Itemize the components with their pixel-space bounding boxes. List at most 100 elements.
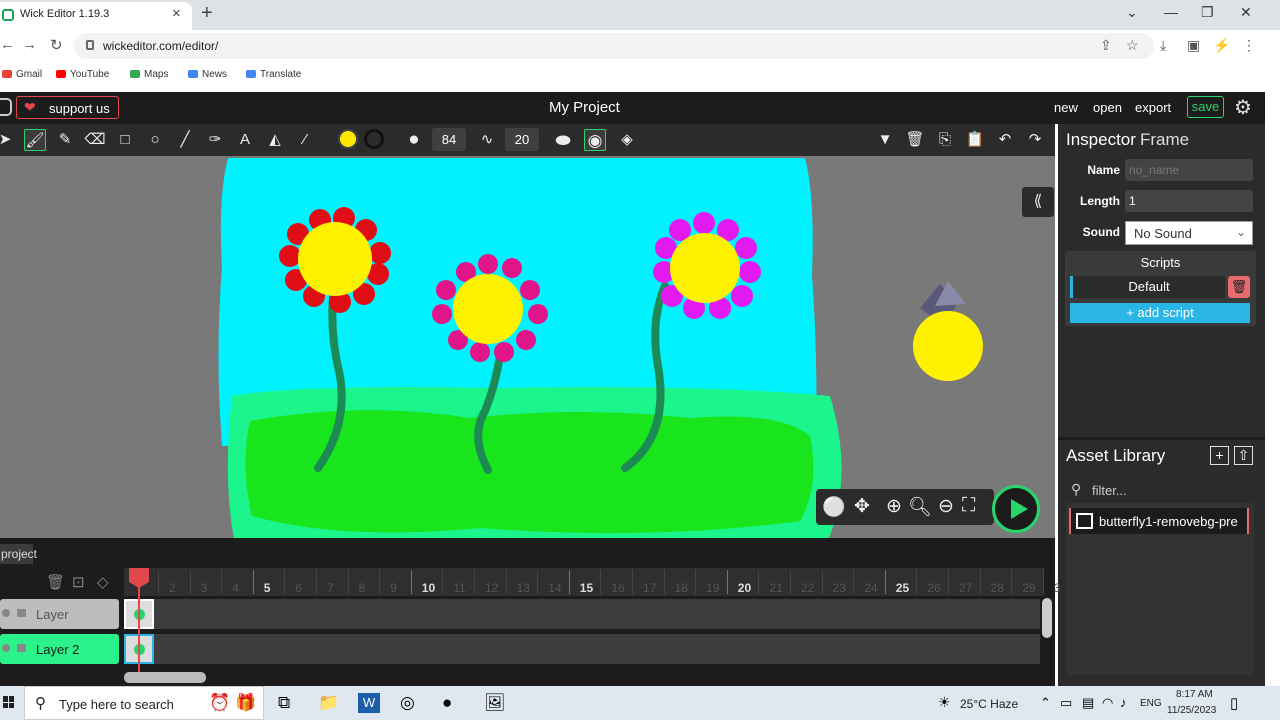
delete-icon[interactable]: 🗑	[904, 129, 926, 151]
file-explorer-icon[interactable]: 📁	[318, 693, 339, 713]
drawing-canvas[interactable]	[0, 156, 1055, 538]
lock-layer-icon[interactable]	[17, 644, 26, 652]
add-asset-icon[interactable]: +	[1210, 446, 1229, 465]
lock-layer-icon[interactable]	[17, 609, 26, 617]
tab-search-chevron-icon[interactable]: ⌄	[1126, 4, 1138, 21]
add-script-button[interactable]: + add script	[1070, 303, 1250, 323]
layer-row-layer-2[interactable]: Layer 2	[0, 634, 119, 664]
redo-icon[interactable]: ↷	[1024, 129, 1046, 151]
export-button[interactable]: export	[1135, 100, 1171, 115]
visibility-icon[interactable]	[2, 609, 10, 617]
butterfly-image[interactable]	[913, 281, 983, 381]
fill-bucket-icon[interactable]: ◭	[264, 129, 286, 151]
bookmark-youtube[interactable]: YouTube	[56, 69, 109, 80]
timeline-tab-project[interactable]: project	[0, 544, 37, 564]
weather-text[interactable]: 25°C Haze	[960, 697, 1018, 711]
new-button[interactable]: new	[1054, 100, 1078, 115]
settings-gear-icon[interactable]: ⚙	[1234, 95, 1252, 120]
project-title[interactable]: My Project	[549, 99, 620, 116]
app-icon[interactable]: ●	[442, 693, 452, 713]
dropdown-chevron-icon[interactable]: ▼	[874, 129, 896, 151]
pressure-toggle-icon[interactable]: ⬬	[552, 129, 574, 151]
timeline-vertical-scrollbar[interactable]	[1042, 598, 1052, 638]
line-tool-icon[interactable]: ╱	[174, 129, 196, 151]
bookmark-translate[interactable]: Translate	[246, 69, 301, 80]
minimize-icon[interactable]: —	[1164, 4, 1178, 20]
browser-menu-icon[interactable]: ⋮	[1242, 37, 1256, 54]
layer-track[interactable]	[124, 599, 1040, 629]
bookmark-news[interactable]: News	[188, 69, 227, 80]
zoom-in-icon[interactable]: ⊕	[886, 495, 902, 518]
layer-track[interactable]	[124, 634, 1040, 664]
pencil-tool-icon[interactable]: ✎	[54, 129, 76, 151]
export-asset-icon[interactable]: ⇧	[1234, 446, 1253, 465]
onion-skin-icon[interactable]: ⚪	[822, 495, 846, 519]
clock-time[interactable]: 8:17 AM	[1176, 689, 1213, 700]
download-icon[interactable]: ⤓	[1160, 37, 1166, 54]
brush-mode-icon[interactable]: ◉	[584, 129, 606, 151]
wick-app-icon[interactable]: W	[358, 693, 380, 713]
asset-item[interactable]: butterfly1-removebg-pre	[1069, 508, 1249, 534]
length-input[interactable]: 1	[1125, 190, 1253, 212]
clock-date[interactable]: 11/25/2023	[1167, 705, 1216, 716]
browser-tab[interactable]: Wick Editor 1.19.3 ×	[0, 2, 192, 30]
layer-row-layer[interactable]: Layer	[0, 599, 119, 629]
tray-chevron-icon[interactable]: ⌃	[1040, 695, 1051, 711]
sound-select[interactable]: No Sound ⌄	[1125, 221, 1253, 245]
delete-script-icon[interactable]: 🗑	[1228, 276, 1250, 298]
eraser-tool-icon[interactable]: ⌫	[84, 129, 106, 151]
save-button[interactable]: save	[1187, 96, 1224, 118]
brush-size-input[interactable]: 84	[432, 128, 466, 151]
fill-color-swatch[interactable]	[338, 129, 360, 151]
zoom-magnifier-icon[interactable]: 🔍︎	[908, 495, 932, 519]
delete-layer-icon[interactable]: 🗑	[46, 573, 65, 591]
text-tool-icon[interactable]: A	[234, 129, 256, 151]
rectangle-tool-icon[interactable]: □	[114, 129, 136, 151]
smoothing-input[interactable]: 20	[505, 128, 539, 151]
chrome-icon[interactable]: ◎	[400, 693, 415, 713]
support-us-button[interactable]: ❤ support us	[16, 96, 119, 119]
stroke-color-swatch[interactable]	[364, 129, 386, 151]
volume-icon[interactable]: ♪	[1120, 695, 1127, 710]
open-button[interactable]: open	[1093, 100, 1122, 115]
reload-icon[interactable]: ↻	[50, 36, 63, 54]
battery-icon[interactable]: ▭	[1060, 695, 1072, 711]
taskbar-search[interactable]: ⚲ Type here to search ⏰ 🎁	[24, 686, 264, 720]
new-tab-icon[interactable]: +	[201, 2, 213, 25]
address-bar[interactable]: wickeditor.com/editor/	[74, 33, 1154, 59]
fit-screen-icon[interactable]: ⛶	[962, 495, 975, 517]
share-icon[interactable]: ⇪	[1100, 37, 1112, 54]
network-icon[interactable]: ▤	[1082, 695, 1094, 711]
forward-icon[interactable]: →	[22, 36, 37, 53]
collapse-inspector-button[interactable]: ⟪	[1022, 187, 1054, 217]
ellipse-tool-icon[interactable]: ○	[144, 129, 166, 151]
windows-start-icon[interactable]	[3, 696, 15, 708]
brush-option-icon[interactable]: ◈	[616, 129, 638, 151]
visibility-icon[interactable]	[2, 644, 10, 652]
brush-tool-icon[interactable]: 🖌	[24, 129, 46, 151]
bookmark-star-icon[interactable]: ☆	[1126, 37, 1139, 54]
extension-icon[interactable]: ⚡	[1213, 37, 1230, 54]
paste-icon[interactable]: 📋	[964, 129, 986, 151]
keyframe-icon[interactable]: ◇	[97, 573, 109, 591]
bookmark-maps[interactable]: Maps	[130, 69, 168, 80]
name-input[interactable]: no_name	[1125, 159, 1253, 181]
undo-icon[interactable]: ↶	[994, 129, 1016, 151]
cursor-tool-icon[interactable]: ➤	[0, 129, 16, 151]
restore-icon[interactable]: ❐	[1201, 4, 1214, 21]
timeline-horizontal-scrollbar[interactable]	[124, 672, 206, 683]
window-close-icon[interactable]: ✕	[1240, 4, 1252, 21]
zoom-out-icon[interactable]: ⊖	[938, 495, 954, 518]
task-view-icon[interactable]: ⧉	[278, 693, 290, 713]
frame-ruler[interactable]: 2 3 4 5 6 7 8 9 10 11 12 13 14 15 16 17 18 19 20 21 22 23 24 25…	[124, 568, 1060, 596]
photos-icon[interactable]: 🖼	[484, 693, 506, 713]
notifications-icon[interactable]: ▯	[1230, 694, 1238, 712]
asset-filter-input[interactable]: ⚲ filter...	[1066, 477, 1254, 503]
canvas-area[interactable]: ⟪ ⚪ ✥ ⊕ 🔍︎ ⊖ ⛶	[0, 156, 1055, 538]
eyedropper-icon[interactable]: ⁄	[294, 129, 316, 151]
back-icon[interactable]: ←	[0, 36, 15, 53]
add-frame-icon[interactable]: ⊡	[72, 573, 85, 591]
bookmark-gmail[interactable]: Gmail	[2, 69, 42, 80]
tab-close-icon[interactable]: ×	[172, 5, 181, 22]
sidepanel-icon[interactable]: ▣	[1187, 37, 1200, 54]
